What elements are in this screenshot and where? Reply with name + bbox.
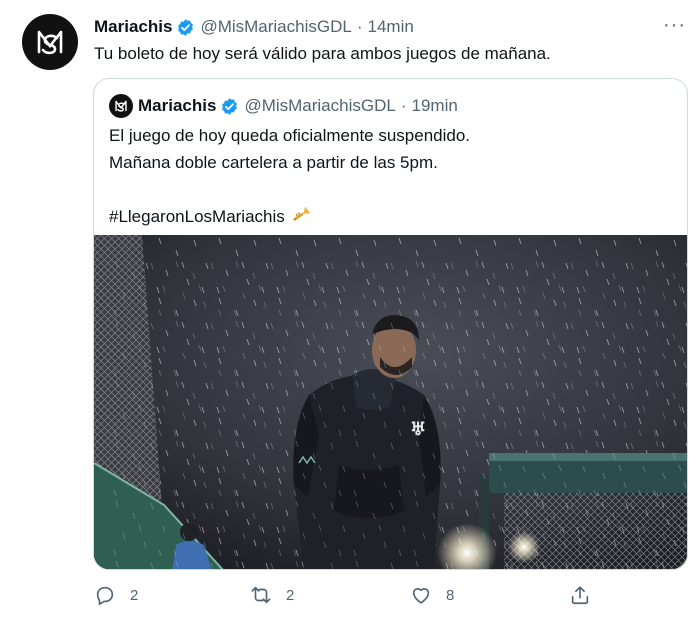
reply-button[interactable]: 2 <box>94 580 138 610</box>
like-button[interactable]: 8 <box>410 580 454 610</box>
like-count: 8 <box>446 586 455 604</box>
tweet-header: Mariachis @MisMariachisGDL · 14min <box>94 16 414 38</box>
quoted-author-name: Mariachis <box>138 96 217 115</box>
hashtag-link[interactable]: #LlegaronLosMariachis <box>109 207 285 226</box>
quoted-tweet-header: Mariachis @MisMariachisGDL · 19min <box>138 95 458 117</box>
retweet-count: 2 <box>286 586 295 604</box>
tweet-actions: 2 2 8 <box>0 580 698 610</box>
retweet-icon <box>251 586 271 604</box>
quoted-tweet-timestamp: 19min <box>411 96 458 115</box>
trumpet-icon <box>293 206 310 221</box>
quoted-text-blank-line <box>109 176 470 203</box>
quoted-author-avatar <box>109 94 133 118</box>
separator-dot: · <box>356 17 363 36</box>
tweet-timestamp[interactable]: 14min <box>368 17 414 37</box>
verified-badge-icon <box>178 18 194 36</box>
tweet-text: Tu boleto de hoy será válido para ambos … <box>94 44 551 63</box>
author-handle[interactable]: @MisMariachisGDL <box>200 17 351 37</box>
author-avatar[interactable] <box>22 14 78 70</box>
quoted-tweet-text: El juego de hoy queda oficialmente suspe… <box>109 122 470 230</box>
heart-icon <box>412 588 430 604</box>
verified-badge-icon <box>222 97 238 115</box>
more-dots-icon[interactable]: ··· <box>663 14 686 37</box>
hashtag-line: #LlegaronLosMariachis <box>109 203 470 230</box>
photo-rainy-ballpark-manager[interactable]: ♅ <box>94 235 687 569</box>
reply-icon <box>96 586 114 605</box>
quoted-author-handle: @MisMariachisGDL <box>244 96 396 115</box>
mariachis-logo-icon <box>115 100 127 112</box>
separator-dot: · <box>400 96 407 115</box>
retweet-button[interactable]: 2 <box>250 580 294 610</box>
tweet[interactable]: Mariachis @MisMariachisGDL · 14min ··· T… <box>0 0 698 623</box>
author-name[interactable]: Mariachis <box>94 17 172 37</box>
mariachis-logo-icon <box>37 30 63 55</box>
share-icon <box>571 586 589 605</box>
quoted-text-line: Mañana doble cartelera a partir de las 5… <box>109 153 438 172</box>
quoted-text-line: El juego de hoy queda oficialmente suspe… <box>109 126 471 145</box>
quoted-tweet[interactable]: Mariachis @MisMariachisGDL · 19min El ju… <box>93 78 688 570</box>
reply-count: 2 <box>130 586 139 604</box>
share-button[interactable] <box>569 580 591 610</box>
